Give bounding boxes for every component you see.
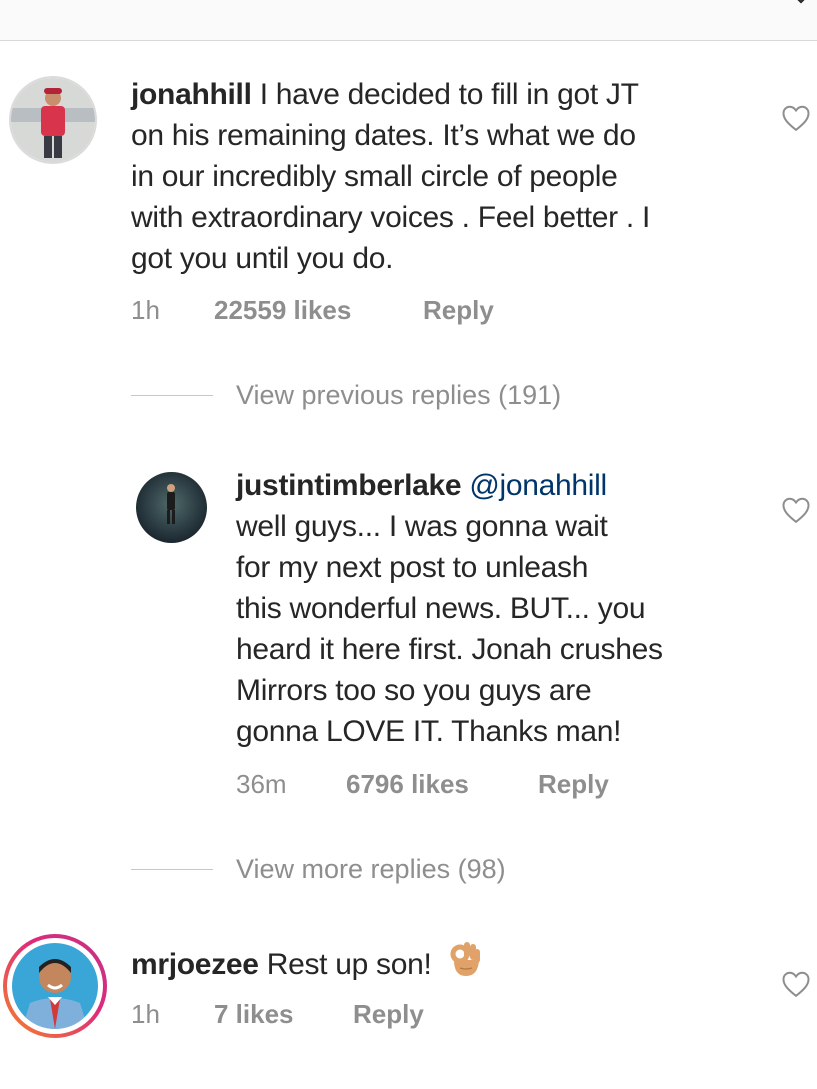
comment-text-line: heard it here first. Jonah crushes: [236, 633, 663, 666]
comment-time: 1h: [131, 295, 160, 325]
comment-text-line: with extraordinary voices . Feel better …: [131, 201, 650, 234]
avatar-mrjoezee[interactable]: [3, 934, 107, 1038]
comment-meta: 1h 22559 likes Reply: [131, 295, 494, 326]
reply-button[interactable]: Reply: [538, 769, 609, 800]
view-more-replies-link[interactable]: View more replies (98): [236, 854, 506, 885]
comment-username[interactable]: justintimberlake: [236, 469, 462, 502]
top-bar: [0, 0, 817, 41]
comment-text-line: for my next post to unleash: [236, 551, 589, 584]
comment-text-line: well guys... I was gonna wait: [236, 510, 608, 543]
avatar-justintimberlake[interactable]: [136, 472, 207, 543]
chevron-down-icon[interactable]: [791, 0, 811, 8]
comment-text-line: this wonderful news. BUT... you: [236, 592, 646, 625]
comment-time: 36m: [236, 769, 287, 799]
heart-outline-icon[interactable]: [781, 496, 811, 524]
comment-text-line: in our incredibly small circle of people: [131, 160, 618, 193]
reply-button[interactable]: Reply: [423, 295, 494, 326]
divider-line: [131, 869, 213, 870]
heart-outline-icon[interactable]: [781, 970, 811, 998]
likes-count[interactable]: 7 likes: [214, 999, 353, 1030]
avatar-jonahhill[interactable]: [9, 76, 97, 164]
heart-outline-icon[interactable]: [781, 104, 811, 132]
comment-text-line: got you until you do.: [131, 242, 394, 275]
comment-text-line: I have decided to fill in got JT: [259, 78, 639, 111]
comment-text-line: on his remaining dates. It’s what we do: [131, 119, 636, 152]
avatar-image: [12, 943, 98, 1029]
view-previous-replies-link[interactable]: View previous replies (191): [236, 380, 561, 411]
comment-username[interactable]: jonahhill: [131, 78, 252, 111]
comment-text-line: Mirrors too so you guys are: [236, 674, 592, 707]
ok-hand-emoji: [450, 942, 480, 976]
likes-count[interactable]: 6796 likes: [346, 769, 538, 800]
reply-button[interactable]: Reply: [353, 999, 424, 1030]
likes-count[interactable]: 22559 likes: [214, 295, 423, 326]
divider-line: [131, 395, 213, 396]
mention-link[interactable]: @jonahhill: [469, 469, 607, 502]
comment-meta: 1h 7 likes Reply: [131, 999, 424, 1030]
comment-meta: 36m 6796 likes Reply: [236, 769, 609, 800]
comment-text-line: gonna LOVE IT. Thanks man!: [236, 715, 622, 748]
avatar-image: [11, 78, 95, 162]
comment-text: Rest up son!: [266, 948, 432, 981]
comment-time: 1h: [131, 999, 160, 1029]
comment-username[interactable]: mrjoezee: [131, 948, 259, 981]
avatar-image: [136, 472, 207, 543]
